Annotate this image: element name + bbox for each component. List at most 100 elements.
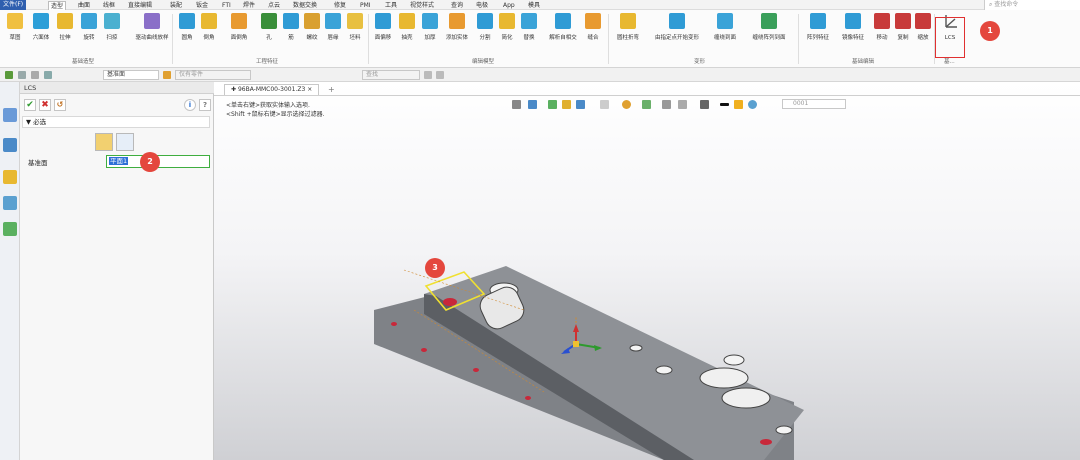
menu-tab-assembly[interactable]: 装配: [170, 1, 182, 10]
layer-icon[interactable]: [3, 222, 17, 236]
ok-button[interactable]: ✔: [24, 99, 36, 111]
dash-icon[interactable]: [31, 71, 39, 79]
menu-tab-surface[interactable]: 曲面: [78, 1, 90, 10]
document-tab[interactable]: ✚ 96BA-MMC00-3001.Z3 ×: [224, 84, 320, 95]
measure-icon[interactable]: [678, 100, 687, 109]
color-swatch-icon[interactable]: [734, 100, 743, 109]
line-style-icon[interactable]: [720, 103, 729, 106]
mode-plane-button[interactable]: [95, 133, 113, 151]
menu-tab-fti[interactable]: FTI: [222, 1, 231, 10]
hexahedron-button[interactable]: 六面体: [28, 13, 54, 42]
zoom-icon[interactable]: [528, 100, 537, 109]
part-filter-icon[interactable]: [163, 71, 171, 79]
thicken-button[interactable]: 加厚: [417, 13, 443, 42]
face-offset-button[interactable]: 面偏移: [370, 13, 396, 42]
counterbore-hole: [473, 368, 479, 372]
menu-tab-visual-style[interactable]: 视觉样式: [410, 1, 434, 10]
resource-icon[interactable]: [3, 170, 17, 184]
add-tab-button[interactable]: +: [328, 85, 335, 94]
menu-tab-mold[interactable]: 模具: [528, 1, 540, 10]
sweep-label: 扫掠: [106, 35, 118, 41]
thicken-label: 加厚: [424, 35, 436, 41]
view-manager-icon[interactable]: [3, 196, 17, 210]
callout-2: 2: [140, 152, 160, 172]
wrap-to-face-button[interactable]: 缠绕到面: [710, 13, 740, 42]
menu-file[interactable]: 文件(F): [0, 0, 27, 10]
face-chamfer-icon: [231, 13, 247, 29]
group-label-engineering: 工程特征: [256, 59, 279, 65]
menu-tab-tools[interactable]: 工具: [385, 1, 397, 10]
lcs-highlight-box: [935, 17, 965, 58]
material-icon[interactable]: [748, 100, 757, 109]
pin-icon: ✚: [231, 86, 238, 93]
callout-1: 1: [980, 21, 1000, 41]
menu-tab-wireframe[interactable]: 线框: [103, 1, 115, 10]
command-search-input[interactable]: ⌕ 查找命令: [984, 0, 1080, 10]
wrap-array-to-face-button[interactable]: 缠绕阵列到面: [746, 13, 792, 42]
plane-filter-select[interactable]: 基准面: [103, 70, 159, 80]
extrude-button[interactable]: 拉伸: [52, 13, 78, 42]
sweep-button[interactable]: 扫掠: [99, 13, 125, 42]
menu-tab-electrode[interactable]: 电极: [476, 1, 488, 10]
apply-button[interactable]: ↺: [54, 99, 66, 111]
resolve-self-intersect-button[interactable]: 解析自相交: [546, 13, 580, 42]
graphics-viewport[interactable]: ✚ 96BA-MMC00-3001.Z3 × + <单击右键>获取实体输入选项.…: [214, 82, 1080, 460]
part-model[interactable]: [364, 252, 824, 460]
pattern-feature-button[interactable]: 阵列特征: [803, 13, 833, 42]
find-next-icon[interactable]: [424, 71, 432, 79]
menu-tab-data-exchange[interactable]: 数据交换: [293, 1, 317, 10]
display-style-icon[interactable]: [700, 100, 709, 109]
close-tab-icon[interactable]: ×: [305, 86, 312, 93]
bolt-hole: [723, 354, 745, 366]
menu-tab-direct-edit[interactable]: 直接编辑: [128, 1, 152, 10]
face-chamfer-button[interactable]: 面倒角: [226, 13, 252, 42]
view-orient-icon[interactable]: [512, 100, 521, 109]
menu-tab-point-cloud[interactable]: 点云: [268, 1, 280, 10]
pick-filter-icon[interactable]: [18, 71, 26, 79]
chamfer-button[interactable]: 倒角: [196, 13, 222, 42]
stock-button[interactable]: 坯料: [342, 13, 368, 42]
view-cube-icon[interactable]: [576, 100, 585, 109]
menu-tab-sheet-metal[interactable]: 钣金: [196, 1, 208, 10]
info-icon[interactable]: i: [184, 99, 196, 111]
scale-icon: [915, 13, 931, 29]
add-solid-button[interactable]: 添加实体: [444, 13, 470, 42]
cylinder-bend-button[interactable]: 圆柱折弯: [612, 13, 644, 42]
lighting-icon[interactable]: [622, 100, 631, 109]
mode-axis-button[interactable]: [116, 133, 134, 151]
find-option-icon[interactable]: [436, 71, 444, 79]
rotate-icon[interactable]: [562, 100, 571, 109]
driven-loft-button[interactable]: 驱动曲线放样: [130, 13, 174, 42]
scale-button[interactable]: 缩放: [910, 13, 936, 42]
menu-tab-modeling[interactable]: 造型: [48, 1, 67, 10]
menu-tab-pmi[interactable]: PMI: [360, 1, 371, 10]
menu-tab-app[interactable]: App: [503, 1, 515, 10]
thicken-icon: [422, 13, 438, 29]
stitch-button[interactable]: 缝合: [580, 13, 606, 42]
box-select-icon[interactable]: [44, 71, 52, 79]
background-icon[interactable]: [642, 100, 651, 109]
sketch-button[interactable]: 草图: [2, 13, 28, 42]
part-only-select[interactable]: 仅有零件: [175, 70, 251, 80]
replace-button[interactable]: 替换: [516, 13, 542, 42]
find-select[interactable]: 查找: [362, 70, 420, 80]
layer-filter-input[interactable]: 0001: [782, 99, 846, 109]
menu-tab-repair[interactable]: 修复: [334, 1, 346, 10]
help-icon[interactable]: ?: [199, 99, 211, 111]
history-tree-icon[interactable]: [3, 108, 17, 122]
document-tab-label: 96BA-MMC00-3001.Z3: [237, 86, 306, 93]
menu-tab-weldment[interactable]: 焊件: [243, 1, 255, 10]
assembly-tree-icon[interactable]: [3, 138, 17, 152]
select-icon[interactable]: [5, 71, 13, 79]
sketch-label: 草图: [9, 35, 21, 41]
pan-icon[interactable]: [548, 100, 557, 109]
deform-from-point-button[interactable]: 由指定点开始变形: [648, 13, 706, 42]
cancel-button[interactable]: ✖: [39, 99, 51, 111]
panel-title: LCS: [20, 82, 214, 94]
mirror-feature-button[interactable]: 镜像特征: [838, 13, 868, 42]
required-section-header[interactable]: ▼ 必选: [22, 116, 210, 128]
section-view-icon[interactable]: [662, 100, 671, 109]
group-label-basic-edit: 基础编辑: [852, 59, 875, 65]
menu-tab-inquire[interactable]: 查询: [451, 1, 463, 10]
render-mode-icon[interactable]: [600, 100, 609, 109]
